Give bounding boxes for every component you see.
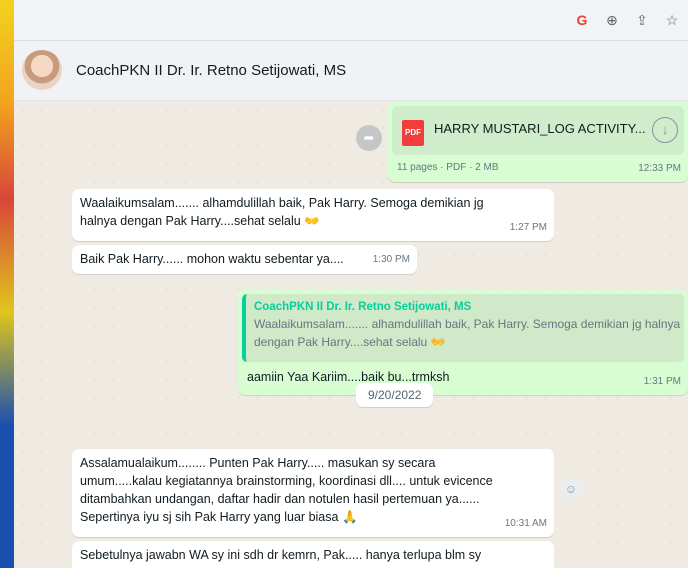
folded-hands-emoji: 🙏 [341, 510, 358, 524]
message-time: 10:31 AM [504, 518, 547, 529]
quoted-message[interactable]: CoachPKN II Dr. Ir. Retno Setijowati, MS… [242, 294, 684, 362]
incoming-message[interactable]: Assalamualaikum........ Punten Pak Harry… [72, 449, 554, 537]
download-icon[interactable]: ↓ [652, 117, 678, 143]
contact-name[interactable]: CoachPKN II Dr. Ir. Retno Setijowati, MS [76, 62, 346, 79]
pdf-file-icon: PDF [402, 120, 424, 146]
document-meta: 11 pages · PDF · 2 MB [397, 162, 499, 173]
chat-header[interactable]: CoachPKN II Dr. Ir. Retno Setijowati, MS [14, 41, 688, 101]
quoted-text-line: dengan Pak Harry....sehat selalu 👐 [254, 335, 446, 349]
toolbar-icons: G ⊕ ⇪ ☆ [574, 12, 680, 29]
document-message[interactable]: PDF HARRY MUSTARI_LOG ACTIVITY... ↓ 11 p… [388, 101, 688, 182]
message-text-line: Waalaikumsalam....... alhamdulillah baik… [80, 196, 484, 210]
message-text-line: ditambahkan undangan, daftar hadir dan n… [80, 492, 480, 506]
bookmark-star-icon[interactable]: ☆ [664, 12, 680, 29]
background-banner-side [0, 0, 14, 568]
contact-avatar[interactable] [22, 50, 62, 90]
message-time: 1:30 PM [372, 254, 410, 265]
incoming-message[interactable]: Sebetulnya jawabn WA sy ini sdh dr kemrn… [72, 541, 554, 568]
incoming-message[interactable]: Waalaikumsalam....... alhamdulillah baik… [72, 189, 554, 241]
browser-toolbar: G ⊕ ⇪ ☆ [14, 0, 688, 41]
message-text-line: Sebetulnya jawabn WA sy ini sdh dr kemrn… [80, 548, 482, 562]
document-name: HARRY MUSTARI_LOG ACTIVITY... [434, 121, 646, 136]
date-separator: 9/20/2022 [356, 383, 434, 407]
message-text-line: halnya dengan Pak Harry....sehat selalu … [80, 214, 320, 228]
google-g-icon[interactable]: G [574, 12, 590, 29]
message-time: 1:31 PM [643, 376, 681, 387]
message-time: 1:27 PM [509, 222, 547, 233]
message-text: Baik Pak Harry...... mohon waktu sebenta… [80, 252, 344, 266]
message-time: 12:33 PM [638, 163, 681, 174]
emoji-reaction-icon[interactable]: ☺ [560, 478, 582, 500]
share-icon[interactable]: ⇪ [634, 12, 650, 29]
quoted-author: CoachPKN II Dr. Ir. Retno Setijowati, MS [254, 301, 472, 313]
open-hands-emoji: 👐 [304, 214, 320, 228]
chat-area[interactable]: ➦ PDF HARRY MUSTARI_LOG ACTIVITY... ↓ 11… [14, 101, 688, 568]
open-hands-emoji: 👐 [430, 335, 446, 349]
message-text-line: umum.....kalau kegiatannya brainstorming… [80, 474, 493, 488]
quoted-text-line: Waalaikumsalam....... alhamdulillah baik… [254, 317, 681, 331]
message-text-line: Assalamualaikum........ Punten Pak Harry… [80, 456, 436, 470]
document-card[interactable]: PDF HARRY MUSTARI_LOG ACTIVITY... ↓ [392, 106, 684, 155]
zoom-icon[interactable]: ⊕ [604, 12, 620, 29]
forward-icon[interactable]: ➦ [356, 125, 382, 151]
browser-window: G ⊕ ⇪ ☆ CoachPKN II Dr. Ir. Retno Setijo… [14, 0, 688, 568]
outgoing-reply-message[interactable]: CoachPKN II Dr. Ir. Retno Setijowati, MS… [238, 290, 688, 395]
incoming-message[interactable]: Baik Pak Harry...... mohon waktu sebenta… [72, 245, 417, 274]
message-text-line: Sepertinya iyu sj sih Pak Harry yang lua… [80, 510, 358, 524]
